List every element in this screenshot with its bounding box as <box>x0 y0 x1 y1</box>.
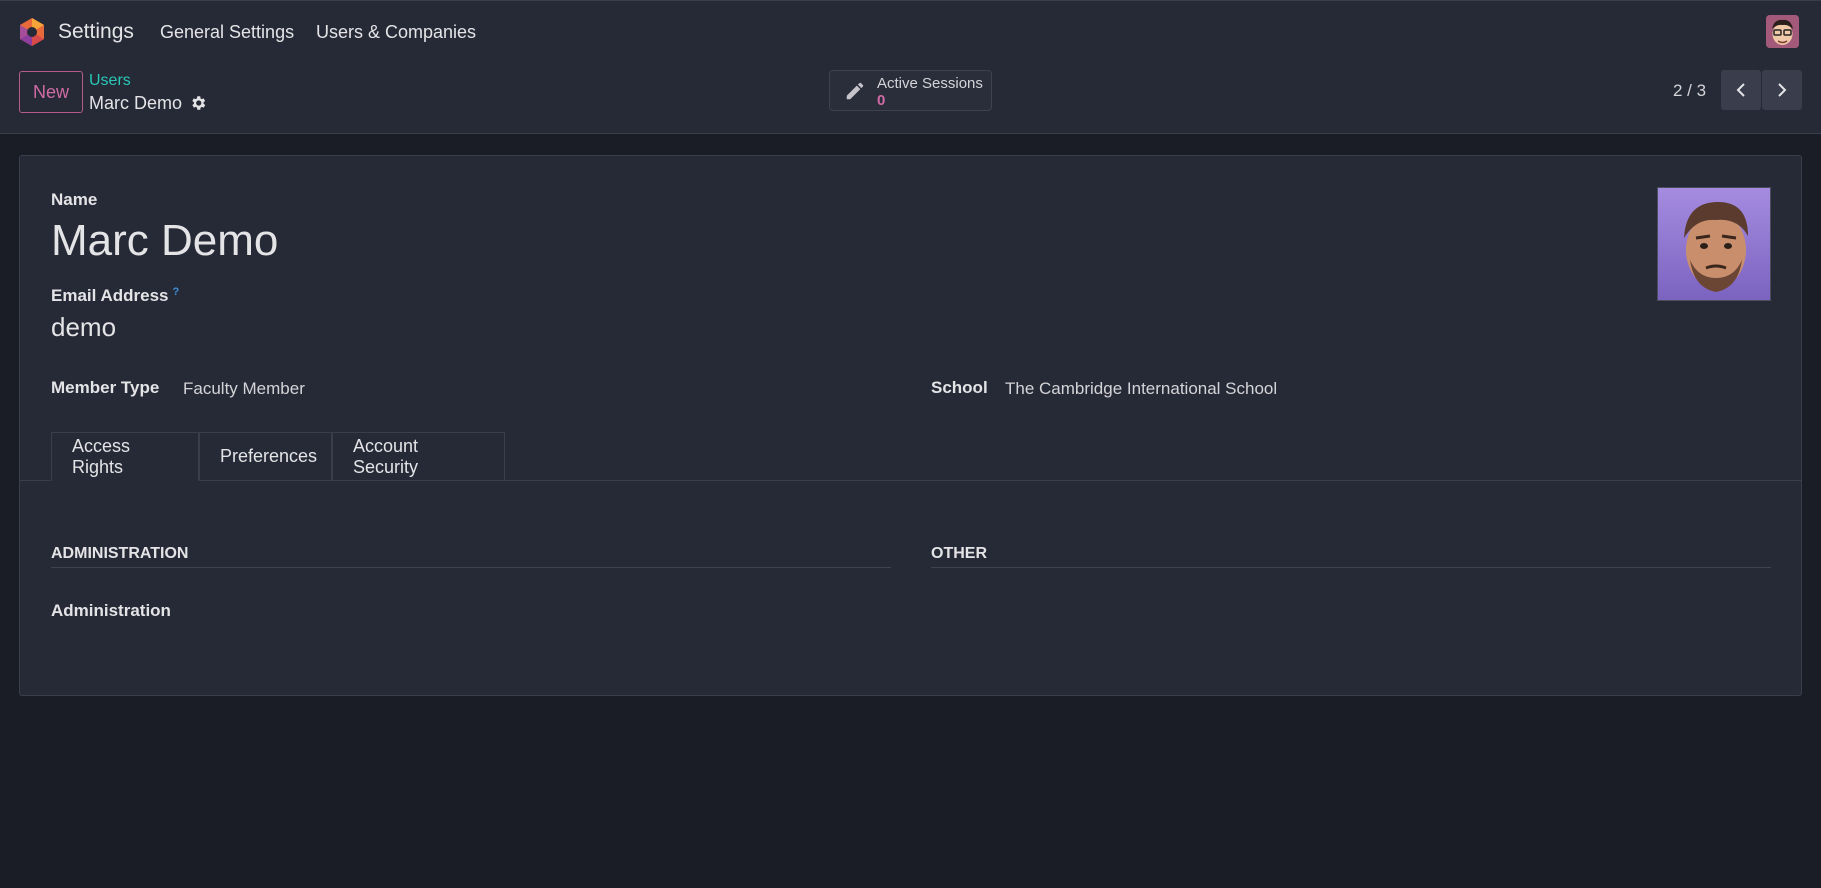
school-label: School <box>931 378 988 397</box>
tab-preferences[interactable]: Preferences <box>199 432 332 481</box>
pager-previous-button[interactable] <box>1721 70 1761 110</box>
help-tooltip-icon[interactable]: ? <box>172 286 179 298</box>
app-name[interactable]: Settings <box>58 20 134 44</box>
email-field[interactable]: demo <box>51 312 116 343</box>
user-photo[interactable] <box>1657 187 1771 301</box>
section-administration: ADMINISTRATION <box>51 545 189 562</box>
name-label: Name <box>51 190 98 209</box>
new-button[interactable]: New <box>19 71 83 113</box>
name-field[interactable]: Marc Demo <box>51 216 278 266</box>
chevron-left-icon <box>1736 83 1745 97</box>
menu-general-settings[interactable]: General Settings <box>160 22 294 43</box>
school-field[interactable]: The Cambridge International School <box>1005 379 1277 399</box>
active-sessions-button[interactable]: Active Sessions 0 <box>829 70 992 111</box>
chevron-right-icon <box>1778 83 1787 97</box>
member-type-label: Member Type <box>51 378 160 397</box>
form-sheet: Name Marc Demo Email Address? demo Membe… <box>19 155 1802 696</box>
gear-icon[interactable] <box>189 94 207 112</box>
menu-users-companies[interactable]: Users & Companies <box>316 22 476 43</box>
tab-account-security[interactable]: Account Security <box>332 432 505 481</box>
section-divider <box>51 567 891 568</box>
email-label: Email Address? <box>51 286 180 305</box>
tab-access-rights[interactable]: Access Rights <box>51 432 199 481</box>
administration-field-label: Administration <box>51 601 171 620</box>
smart-button-label: Active Sessions <box>877 75 983 92</box>
member-type-field[interactable]: Faculty Member <box>183 379 305 399</box>
smart-button-value: 0 <box>877 92 886 109</box>
pencil-icon <box>846 82 864 100</box>
section-other: OTHER <box>931 545 987 562</box>
odoo-logo-icon[interactable] <box>18 17 46 47</box>
control-panel: New Users Marc Demo Active Sessions 0 2 … <box>0 64 1821 134</box>
pager-value[interactable]: 2 / 3 <box>1673 81 1706 101</box>
pager-next-button[interactable] <box>1762 70 1802 110</box>
section-divider <box>931 567 1771 568</box>
top-navbar: Settings General Settings Users & Compan… <box>0 0 1821 64</box>
breadcrumb-current: Marc Demo <box>89 93 183 113</box>
breadcrumb-users[interactable]: Users <box>89 72 131 90</box>
user-avatar[interactable] <box>1766 15 1799 48</box>
